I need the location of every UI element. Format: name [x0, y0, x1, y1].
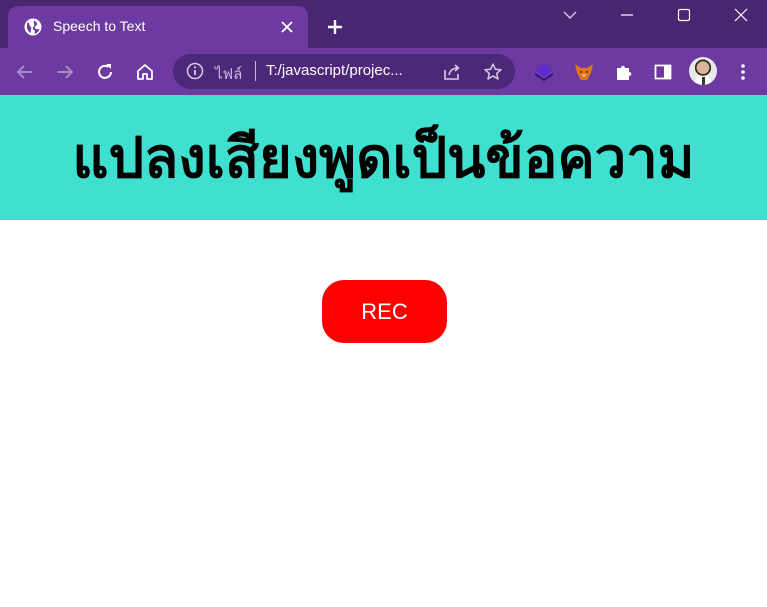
scheme-label: ไฟล์ — [215, 66, 243, 83]
star-icon[interactable] — [483, 62, 503, 82]
rec-button[interactable]: REC — [322, 280, 447, 343]
back-arrow-icon[interactable] — [12, 59, 38, 85]
avatar[interactable] — [689, 57, 717, 85]
puzzle-icon[interactable] — [612, 60, 636, 84]
globe-icon — [24, 18, 42, 36]
share-icon[interactable] — [442, 62, 462, 82]
address-bar[interactable]: ไฟล์ T:/javascript/projec... — [173, 54, 515, 89]
browser-toolbar: ไฟล์ T:/javascript/projec... — [0, 48, 767, 95]
forward-arrow-icon[interactable] — [52, 59, 78, 85]
side-panel-icon[interactable] — [651, 60, 675, 84]
window-close-icon[interactable] — [713, 0, 767, 30]
home-icon[interactable] — [132, 59, 158, 85]
tab-title: Speech to Text — [53, 18, 146, 34]
chevron-down-icon[interactable] — [542, 0, 598, 30]
page-title: แปลงเสียงพูดเป็นข้อความ — [72, 126, 695, 191]
avatar-tie — [702, 77, 705, 85]
close-icon[interactable] — [278, 18, 296, 36]
reload-icon[interactable] — [92, 59, 118, 85]
url-text[interactable]: T:/javascript/projec... — [266, 62, 403, 79]
minimize-icon[interactable] — [599, 0, 655, 30]
address-separator — [255, 61, 256, 81]
maximize-icon[interactable] — [656, 0, 712, 30]
page-header: แปลงเสียงพูดเป็นข้อความ — [0, 95, 767, 220]
plus-icon[interactable] — [325, 17, 345, 37]
kebab-menu-icon[interactable] — [733, 60, 753, 84]
fox-extension-icon[interactable] — [572, 60, 596, 84]
browser-tab[interactable]: Speech to Text — [8, 6, 308, 48]
info-icon[interactable] — [186, 62, 204, 80]
layers-extension-icon[interactable] — [532, 60, 556, 84]
tab-strip: Speech to Text — [0, 0, 767, 48]
